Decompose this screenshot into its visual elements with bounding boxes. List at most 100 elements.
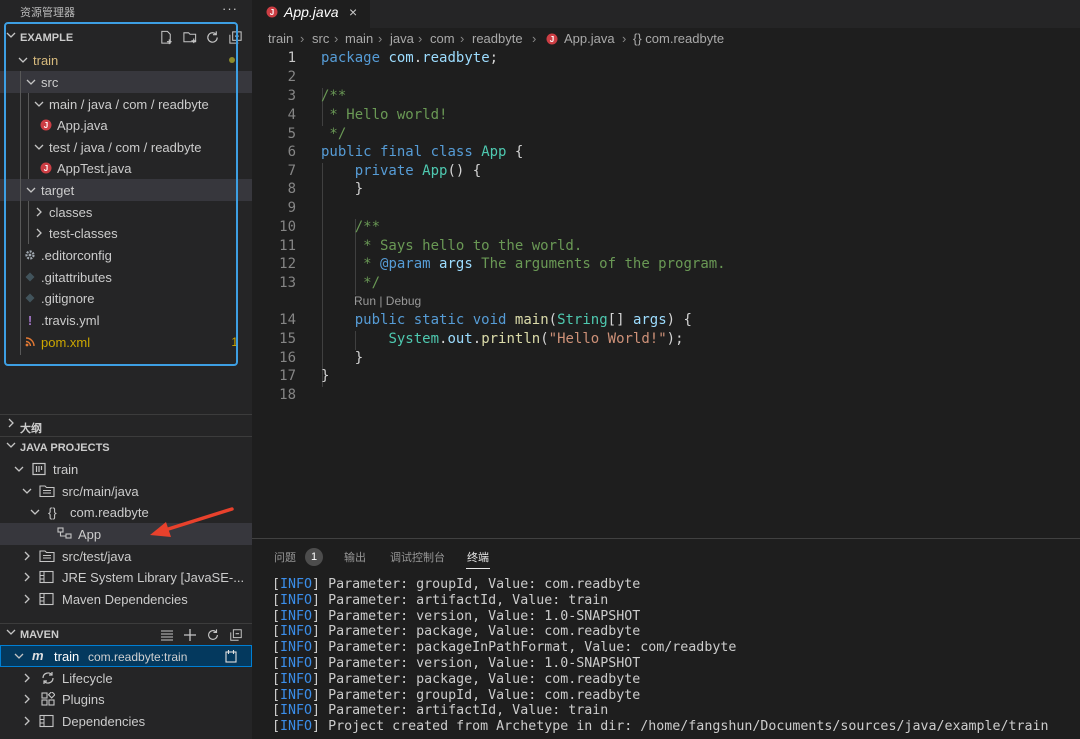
more-actions-icon[interactable]: ··· bbox=[222, 1, 238, 16]
line-number: 2 bbox=[287, 69, 296, 85]
codelens-run-debug[interactable]: Run | Debug bbox=[354, 294, 421, 308]
bottom-panel: 问题 1 输出 调试控制台 终端 [INFO] Parameter: group… bbox=[252, 538, 1080, 739]
java-file-icon: J bbox=[546, 33, 558, 48]
tree-folder-classes[interactable]: classes bbox=[0, 201, 252, 223]
code-editor[interactable]: 1 2 3 4 5 6 7 8 9 10 11 12 13 14 15 16 1… bbox=[252, 50, 1080, 538]
java-file-icon: J bbox=[266, 6, 278, 21]
tree-folder-test-classes[interactable]: test-classes bbox=[0, 222, 252, 244]
breadcrumb-item[interactable]: train bbox=[268, 31, 293, 46]
maven-section-label: MAVEN bbox=[20, 629, 59, 641]
breadcrumb-item[interactable]: src bbox=[312, 31, 329, 46]
tree-label: Maven Dependencies bbox=[62, 592, 188, 607]
yaml-icon: ! bbox=[27, 312, 33, 328]
terminal-line: [INFO] Parameter: groupId, Value: com.re… bbox=[272, 687, 641, 703]
maven-lifecycle[interactable]: Lifecycle bbox=[0, 667, 252, 689]
collapse-all-icon[interactable] bbox=[227, 29, 244, 46]
breadcrumb-item[interactable]: App.java bbox=[564, 31, 615, 46]
xml-icon bbox=[22, 334, 38, 350]
maven-project-train[interactable]: m train com.readbyte:train bbox=[0, 645, 252, 667]
library-icon bbox=[39, 569, 55, 585]
tab-output[interactable]: 输出 bbox=[344, 549, 366, 565]
chevron-down-icon bbox=[6, 30, 16, 43]
tree-file-apptest-java[interactable]: J AppTest.java bbox=[0, 157, 252, 179]
add-icon[interactable] bbox=[181, 626, 198, 643]
tree-label: train bbox=[33, 53, 59, 68]
active-tab-underline bbox=[466, 568, 490, 569]
new-folder-icon[interactable] bbox=[181, 29, 198, 46]
breadcrumb-item[interactable]: readbyte bbox=[472, 31, 523, 46]
maven-section-header[interactable]: MAVEN bbox=[0, 624, 252, 646]
explorer-section-header[interactable]: EXAMPLE bbox=[0, 27, 252, 49]
breadcrumb-item[interactable]: main bbox=[345, 31, 373, 46]
tree-folder-main-java[interactable]: main / java / com / readbyte bbox=[0, 93, 252, 115]
tree-file-gitattributes[interactable]: .gitattributes bbox=[0, 266, 252, 288]
tree-file-app-java[interactable]: J App.java bbox=[0, 114, 252, 136]
tree-label: AppTest.java bbox=[57, 161, 132, 176]
refresh-icon[interactable] bbox=[204, 29, 221, 46]
chevron-down-icon bbox=[6, 440, 16, 453]
svg-text:J: J bbox=[44, 164, 48, 173]
collapse-all-icon[interactable] bbox=[227, 626, 244, 643]
code-line: /** bbox=[321, 219, 381, 235]
tree-file-gitignore[interactable]: .gitignore bbox=[0, 287, 252, 309]
java-jre-library[interactable]: JRE System Library [JavaSE-... bbox=[0, 566, 252, 588]
breadcrumb-item[interactable]: java bbox=[390, 31, 414, 46]
chevron-right-icon bbox=[24, 673, 30, 683]
java-file-icon: J bbox=[38, 160, 54, 176]
breadcrumb-separator-icon: › bbox=[622, 31, 627, 46]
breadcrumb-item[interactable]: com bbox=[430, 31, 455, 46]
tree-file-pom-xml[interactable]: pom.xml 1 bbox=[0, 331, 252, 353]
breadcrumb-item[interactable]: {} com.readbyte bbox=[633, 31, 724, 46]
breadcrumb: train › src › main › java › com › readby… bbox=[252, 28, 1080, 50]
tree-label: train bbox=[54, 649, 80, 664]
terminal-line: [INFO] Parameter: artifactId, Value: tra… bbox=[272, 592, 609, 608]
terminal-line: [INFO] Parameter: package, Value: com.re… bbox=[272, 624, 641, 640]
java-package-root-main[interactable]: src/main/java bbox=[0, 480, 252, 502]
terminal-line: [INFO] Parameter: packageInPathFormat, V… bbox=[272, 640, 737, 656]
java-maven-dependencies[interactable]: Maven Dependencies bbox=[0, 588, 252, 610]
chevron-down-icon bbox=[34, 144, 44, 150]
tree-folder-train[interactable]: train bbox=[0, 49, 252, 71]
line-number: 15 bbox=[279, 331, 296, 347]
java-project-train[interactable]: train bbox=[0, 458, 252, 480]
list-icon[interactable] bbox=[158, 626, 175, 643]
sidebar: 资源管理器 ··· EXAMPLE train src main / java … bbox=[0, 0, 252, 739]
chevron-right-icon bbox=[24, 694, 30, 704]
tab-app-java[interactable]: J App.java × bbox=[252, 0, 370, 28]
outline-section-header[interactable]: 大纲 bbox=[0, 415, 252, 437]
java-package-root-test[interactable]: src/test/java bbox=[0, 545, 252, 567]
maven-plugins[interactable]: Plugins bbox=[0, 688, 252, 710]
tree-label: test-classes bbox=[49, 226, 118, 241]
tree-folder-target[interactable]: target bbox=[0, 179, 252, 201]
modified-dot bbox=[229, 57, 235, 63]
tab-terminal[interactable]: 终端 bbox=[466, 549, 490, 569]
tree-folder-src[interactable]: src bbox=[0, 71, 252, 93]
sidebar-title: 资源管理器 bbox=[20, 7, 75, 19]
breadcrumb-separator-icon: › bbox=[532, 31, 537, 46]
new-file-icon[interactable] bbox=[158, 29, 175, 46]
terminal-icon[interactable] bbox=[223, 648, 239, 664]
sidebar-title-bar: 资源管理器 ··· bbox=[0, 0, 252, 22]
tree-label: classes bbox=[49, 205, 93, 220]
svg-text:J: J bbox=[44, 121, 48, 130]
tab-problems[interactable]: 问题 bbox=[274, 549, 296, 565]
line-number: 3 bbox=[287, 88, 296, 104]
java-projects-section-header[interactable]: JAVA PROJECTS bbox=[0, 437, 252, 459]
tree-file-editorconfig[interactable]: .editorconfig bbox=[0, 244, 252, 266]
code-line: /** bbox=[321, 88, 347, 104]
refresh-icon[interactable] bbox=[204, 626, 221, 643]
package-icon: {} bbox=[48, 505, 57, 520]
close-icon[interactable]: × bbox=[349, 4, 357, 20]
tree-label: main / java / com / readbyte bbox=[49, 97, 209, 112]
folder-source-icon bbox=[39, 483, 55, 499]
tree-file-travis-yml[interactable]: ! .travis.yml bbox=[0, 309, 252, 331]
chevron-right-icon bbox=[36, 207, 42, 217]
tree-folder-test-java[interactable]: test / java / com / readbyte bbox=[0, 136, 252, 158]
problem-count: 1 bbox=[231, 335, 238, 349]
explorer-section-label: EXAMPLE bbox=[20, 32, 74, 44]
chevron-right-icon bbox=[24, 551, 30, 561]
maven-dependencies[interactable]: Dependencies bbox=[0, 710, 252, 732]
code-line: private App() { bbox=[354, 163, 482, 179]
tab-debug-console[interactable]: 调试控制台 bbox=[390, 549, 445, 565]
outline-section-label: 大纲 bbox=[20, 423, 42, 435]
